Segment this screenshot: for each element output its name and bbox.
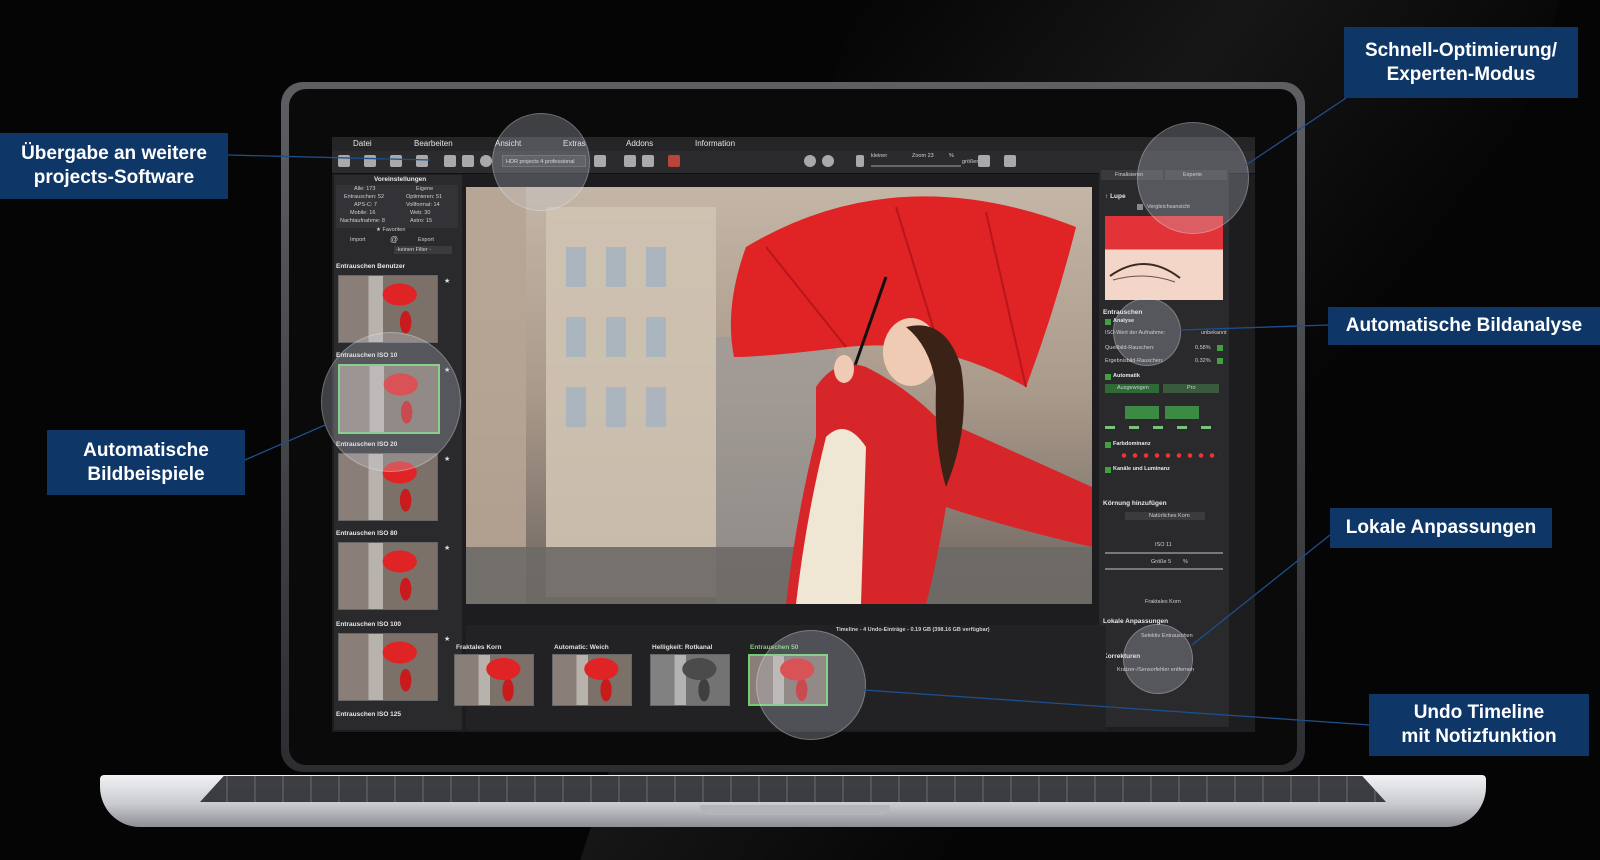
callout-bildbeispiele-line2: Bildbeispiele [87, 463, 205, 485]
callout-schnell: Schnell-Optimierung/Experten-Modus [1344, 27, 1578, 98]
callout-lokale: Lokale Anpassungen [1330, 508, 1552, 548]
callout-uebergabe-line1: Übergabe an weitere [21, 143, 207, 165]
callout-undo: Undo Timeline mit Notizfunktion [1369, 694, 1589, 756]
callout-bildanalyse: Automatische Bildanalyse [1328, 307, 1600, 345]
callout-undo-line2: mit Notizfunktion [1401, 726, 1557, 747]
callout-schnell-line1: Schnell-Optimierung/ [1364, 39, 1558, 61]
callout-uebergabe: Übergabe an weitere projects-Software [0, 133, 228, 199]
callout-bildbeispiele: Automatische Bildbeispiele [47, 430, 245, 495]
callout-schnell-line2: Experten-Modus [1386, 63, 1536, 85]
callout-uebergabe-line2: projects-Software [33, 167, 195, 188]
callout-bildbeispiele-line1: Automatische [83, 439, 209, 461]
callout-undo-line1: Undo Timeline [1413, 702, 1545, 724]
